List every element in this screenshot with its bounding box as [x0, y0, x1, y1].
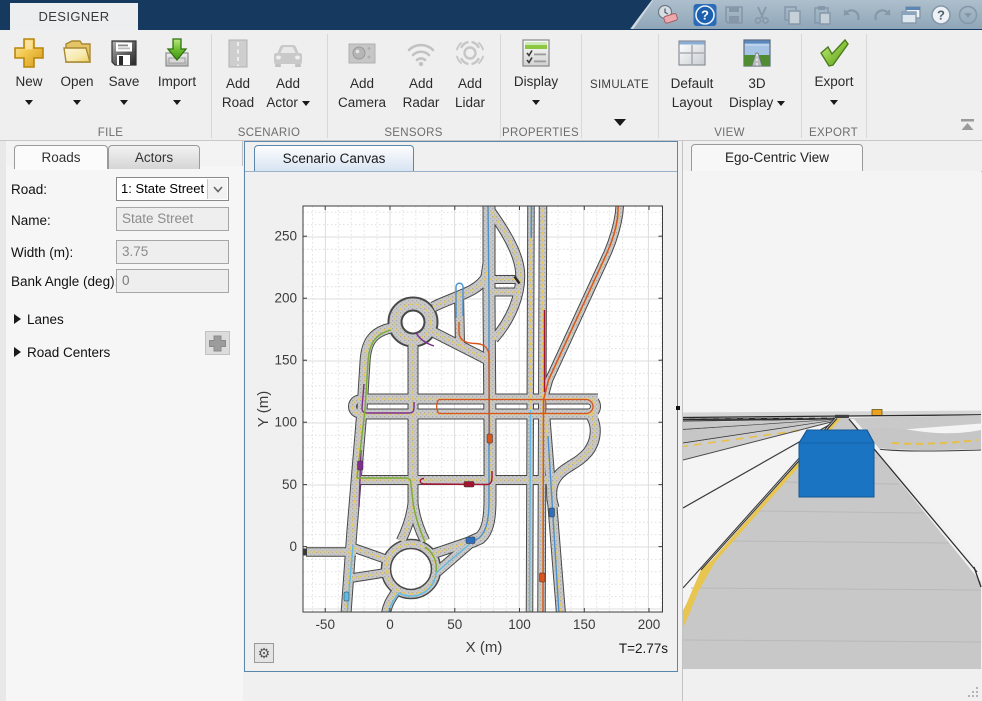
svg-text:0: 0 — [386, 617, 394, 632]
svg-text:150: 150 — [274, 353, 297, 368]
svg-text:0: 0 — [289, 539, 297, 554]
svg-text:T=2.77s: T=2.77s — [619, 641, 668, 656]
svg-text:200: 200 — [274, 291, 297, 306]
svg-text:Y (m): Y (m) — [255, 391, 272, 427]
svg-text:-50: -50 — [315, 617, 335, 632]
svg-text:?: ? — [701, 8, 709, 23]
svg-text:100: 100 — [508, 617, 531, 632]
svg-text:150: 150 — [573, 617, 596, 632]
svg-text:50: 50 — [447, 617, 462, 632]
svg-text:X (m): X (m) — [466, 639, 503, 656]
svg-text:50: 50 — [282, 477, 297, 492]
svg-text:250: 250 — [274, 229, 297, 244]
svg-text:?: ? — [937, 8, 945, 23]
svg-text:200: 200 — [638, 617, 661, 632]
svg-text:100: 100 — [274, 415, 297, 430]
